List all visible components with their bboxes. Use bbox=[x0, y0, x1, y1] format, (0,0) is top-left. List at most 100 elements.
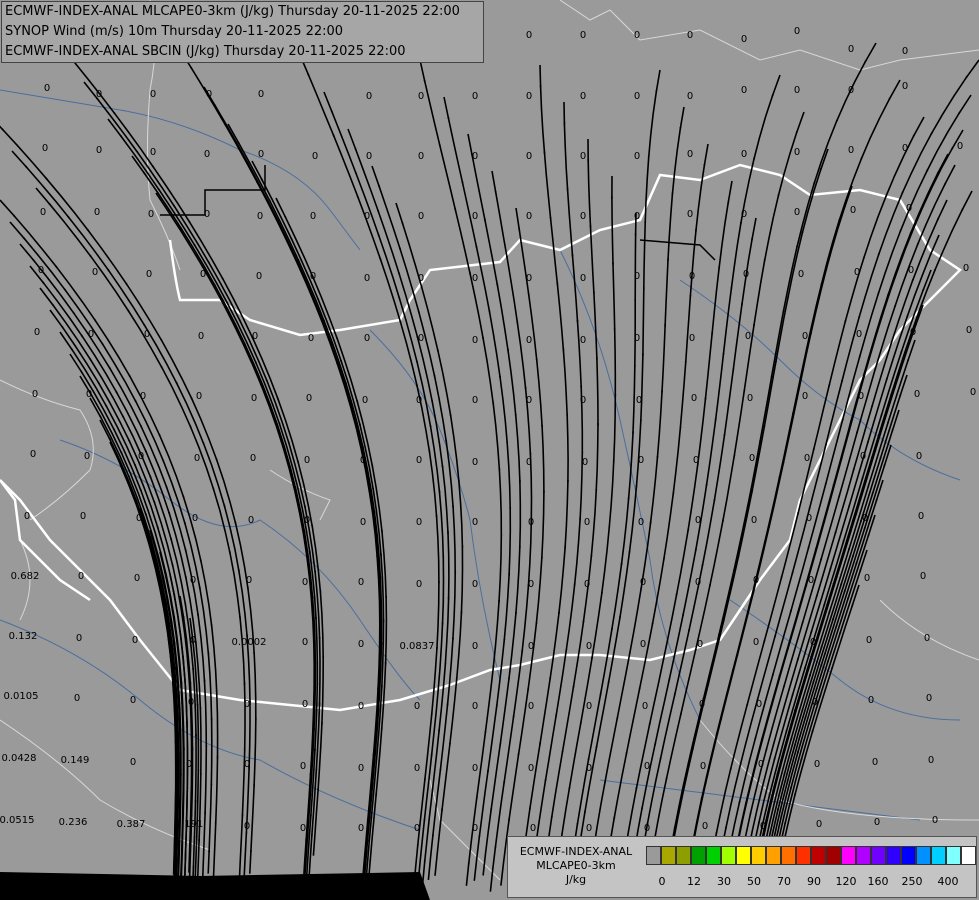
sbcin-value-label: 0 bbox=[34, 327, 40, 338]
sbcin-value-label: 0 bbox=[418, 211, 424, 222]
sbcin-value-label: 0 bbox=[868, 695, 874, 706]
sbcin-value-label: 0 bbox=[140, 391, 146, 402]
sbcin-value-label: 0 bbox=[251, 393, 257, 404]
sbcin-value-label: 0 bbox=[190, 575, 196, 586]
sbcin-value-label: 0 bbox=[745, 331, 751, 342]
legend-swatch bbox=[946, 846, 961, 865]
sbcin-value-label: 0 bbox=[74, 693, 80, 704]
sbcin-value-label: 0 bbox=[640, 639, 646, 650]
sbcin-value-label: 0 bbox=[190, 635, 196, 646]
sbcin-value-label: 0 bbox=[304, 515, 310, 526]
sbcin-value-label: 0 bbox=[802, 391, 808, 402]
sbcin-value-label: 0 bbox=[302, 577, 308, 588]
sbcin-value-label: 0.0002 bbox=[232, 637, 267, 648]
legend-swatch bbox=[796, 846, 811, 865]
sbcin-value-label: 0 bbox=[364, 333, 370, 344]
sbcin-value-label: 0 bbox=[642, 701, 648, 712]
sbcin-value-label: 0 bbox=[924, 633, 930, 644]
sbcin-value-label: 0 bbox=[526, 273, 532, 284]
sbcin-value-label: 0 bbox=[186, 759, 192, 770]
sbcin-value-label: 0 bbox=[810, 637, 816, 648]
sbcin-value-label: 0 bbox=[84, 451, 90, 462]
sbcin-value-label: 0 bbox=[756, 699, 762, 710]
sbcin-value-label: 0 bbox=[794, 85, 800, 96]
sbcin-value-label: 0 bbox=[872, 757, 878, 768]
sbcin-value-label: 0 bbox=[758, 759, 764, 770]
sbcin-value-label: 0 bbox=[526, 91, 532, 102]
legend-swatch bbox=[871, 846, 886, 865]
sbcin-value-label: 0 bbox=[204, 209, 210, 220]
sbcin-value-label: 0 bbox=[308, 333, 314, 344]
sbcin-value-label: 0 bbox=[256, 271, 262, 282]
sbcin-value-label: 0 bbox=[848, 145, 854, 156]
sbcin-value-label: 0 bbox=[862, 513, 868, 524]
sbcin-value-label: 0 bbox=[472, 823, 478, 834]
sbcin-value-label: 0 bbox=[856, 329, 862, 340]
sbcin-value-label: 0 bbox=[528, 701, 534, 712]
sbcin-value-label: 0 bbox=[96, 145, 102, 156]
sbcin-value-label: 0 bbox=[358, 701, 364, 712]
sbcin-value-label: 0 bbox=[250, 453, 256, 464]
sbcin-value-label: 0 bbox=[751, 515, 757, 526]
sbcin-value-label: 0 bbox=[741, 34, 747, 45]
sbcin-value-label: 0 bbox=[580, 211, 586, 222]
sbcin-value-label: 0 bbox=[418, 333, 424, 344]
sbcin-value-label: 0 bbox=[366, 91, 372, 102]
sbcin-value-label: 0 bbox=[864, 573, 870, 584]
sbcin-value-label: 0 bbox=[812, 697, 818, 708]
sbcin-value-label: 0 bbox=[634, 91, 640, 102]
sbcin-value-label: 0 bbox=[700, 761, 706, 772]
legend-swatch bbox=[841, 846, 856, 865]
header-line-synop-wind: SYNOP Wind (m/s) 10m Thursday 20-11-2025… bbox=[5, 24, 344, 39]
sbcin-value-label: 0 bbox=[957, 141, 963, 152]
sbcin-value-label: 0 bbox=[300, 823, 306, 834]
sbcin-value-label: 0.132 bbox=[9, 631, 38, 642]
sbcin-value-label: 0 bbox=[96, 89, 102, 100]
sbcin-value-label: 0 bbox=[528, 517, 534, 528]
sbcin-value-label: 0 bbox=[808, 575, 814, 586]
sbcin-value-label: 0 bbox=[472, 457, 478, 468]
sbcin-value-label: 0 bbox=[526, 30, 532, 41]
sbcin-value-label: 0 bbox=[902, 81, 908, 92]
sbcin-value-label: 0 bbox=[794, 147, 800, 158]
sbcin-value-label: 0 bbox=[741, 209, 747, 220]
sbcin-value-label: 0 bbox=[416, 579, 422, 590]
sbcin-value-label: 0 bbox=[144, 329, 150, 340]
sbcin-value-label: 0 bbox=[198, 331, 204, 342]
sbcin-value-label: 0 bbox=[916, 451, 922, 462]
sbcin-value-label: 0 bbox=[302, 637, 308, 648]
sbcin-value-label: 0 bbox=[580, 30, 586, 41]
sbcin-value-label: 0 bbox=[244, 759, 250, 770]
sbcin-value-label: 0 bbox=[580, 91, 586, 102]
sbcin-value-label: 0.191 bbox=[175, 819, 204, 830]
sbcin-value-label: 0 bbox=[640, 577, 646, 588]
legend-swatch bbox=[901, 846, 916, 865]
sbcin-value-label: 0 bbox=[92, 267, 98, 278]
sbcin-value-label: 0 bbox=[687, 209, 693, 220]
legend-swatch bbox=[661, 846, 676, 865]
sbcin-value-label: 0 bbox=[150, 147, 156, 158]
sbcin-value-label: 0 bbox=[586, 763, 592, 774]
sbcin-value-label: 0 bbox=[848, 44, 854, 55]
sbcin-value-label: 0 bbox=[743, 269, 749, 280]
sbcin-value-label: 0 bbox=[854, 267, 860, 278]
sbcin-value-label: 0 bbox=[644, 761, 650, 772]
sbcin-value-label: 0 bbox=[586, 823, 592, 834]
sbcin-value-label: 0 bbox=[414, 763, 420, 774]
sbcin-value-label: 0 bbox=[526, 395, 532, 406]
legend-swatch bbox=[781, 846, 796, 865]
sbcin-value-label: 0 bbox=[804, 453, 810, 464]
sbcin-value-label: 0 bbox=[134, 573, 140, 584]
sbcin-value-label: 0 bbox=[414, 701, 420, 712]
sbcin-value-label: 0 bbox=[580, 395, 586, 406]
sbcin-value-label: 0 bbox=[364, 273, 370, 284]
sbcin-value-label: 0 bbox=[814, 759, 820, 770]
sbcin-value-label: 0 bbox=[304, 455, 310, 466]
sbcin-value-label: 0 bbox=[80, 511, 86, 522]
sbcin-value-label: 0 bbox=[94, 207, 100, 218]
sbcin-value-label: 0 bbox=[416, 455, 422, 466]
sbcin-value-label: 0 bbox=[695, 515, 701, 526]
legend-swatch bbox=[931, 846, 946, 865]
sbcin-value-label: 0 bbox=[691, 393, 697, 404]
sbcin-value-label: 0 bbox=[918, 511, 924, 522]
